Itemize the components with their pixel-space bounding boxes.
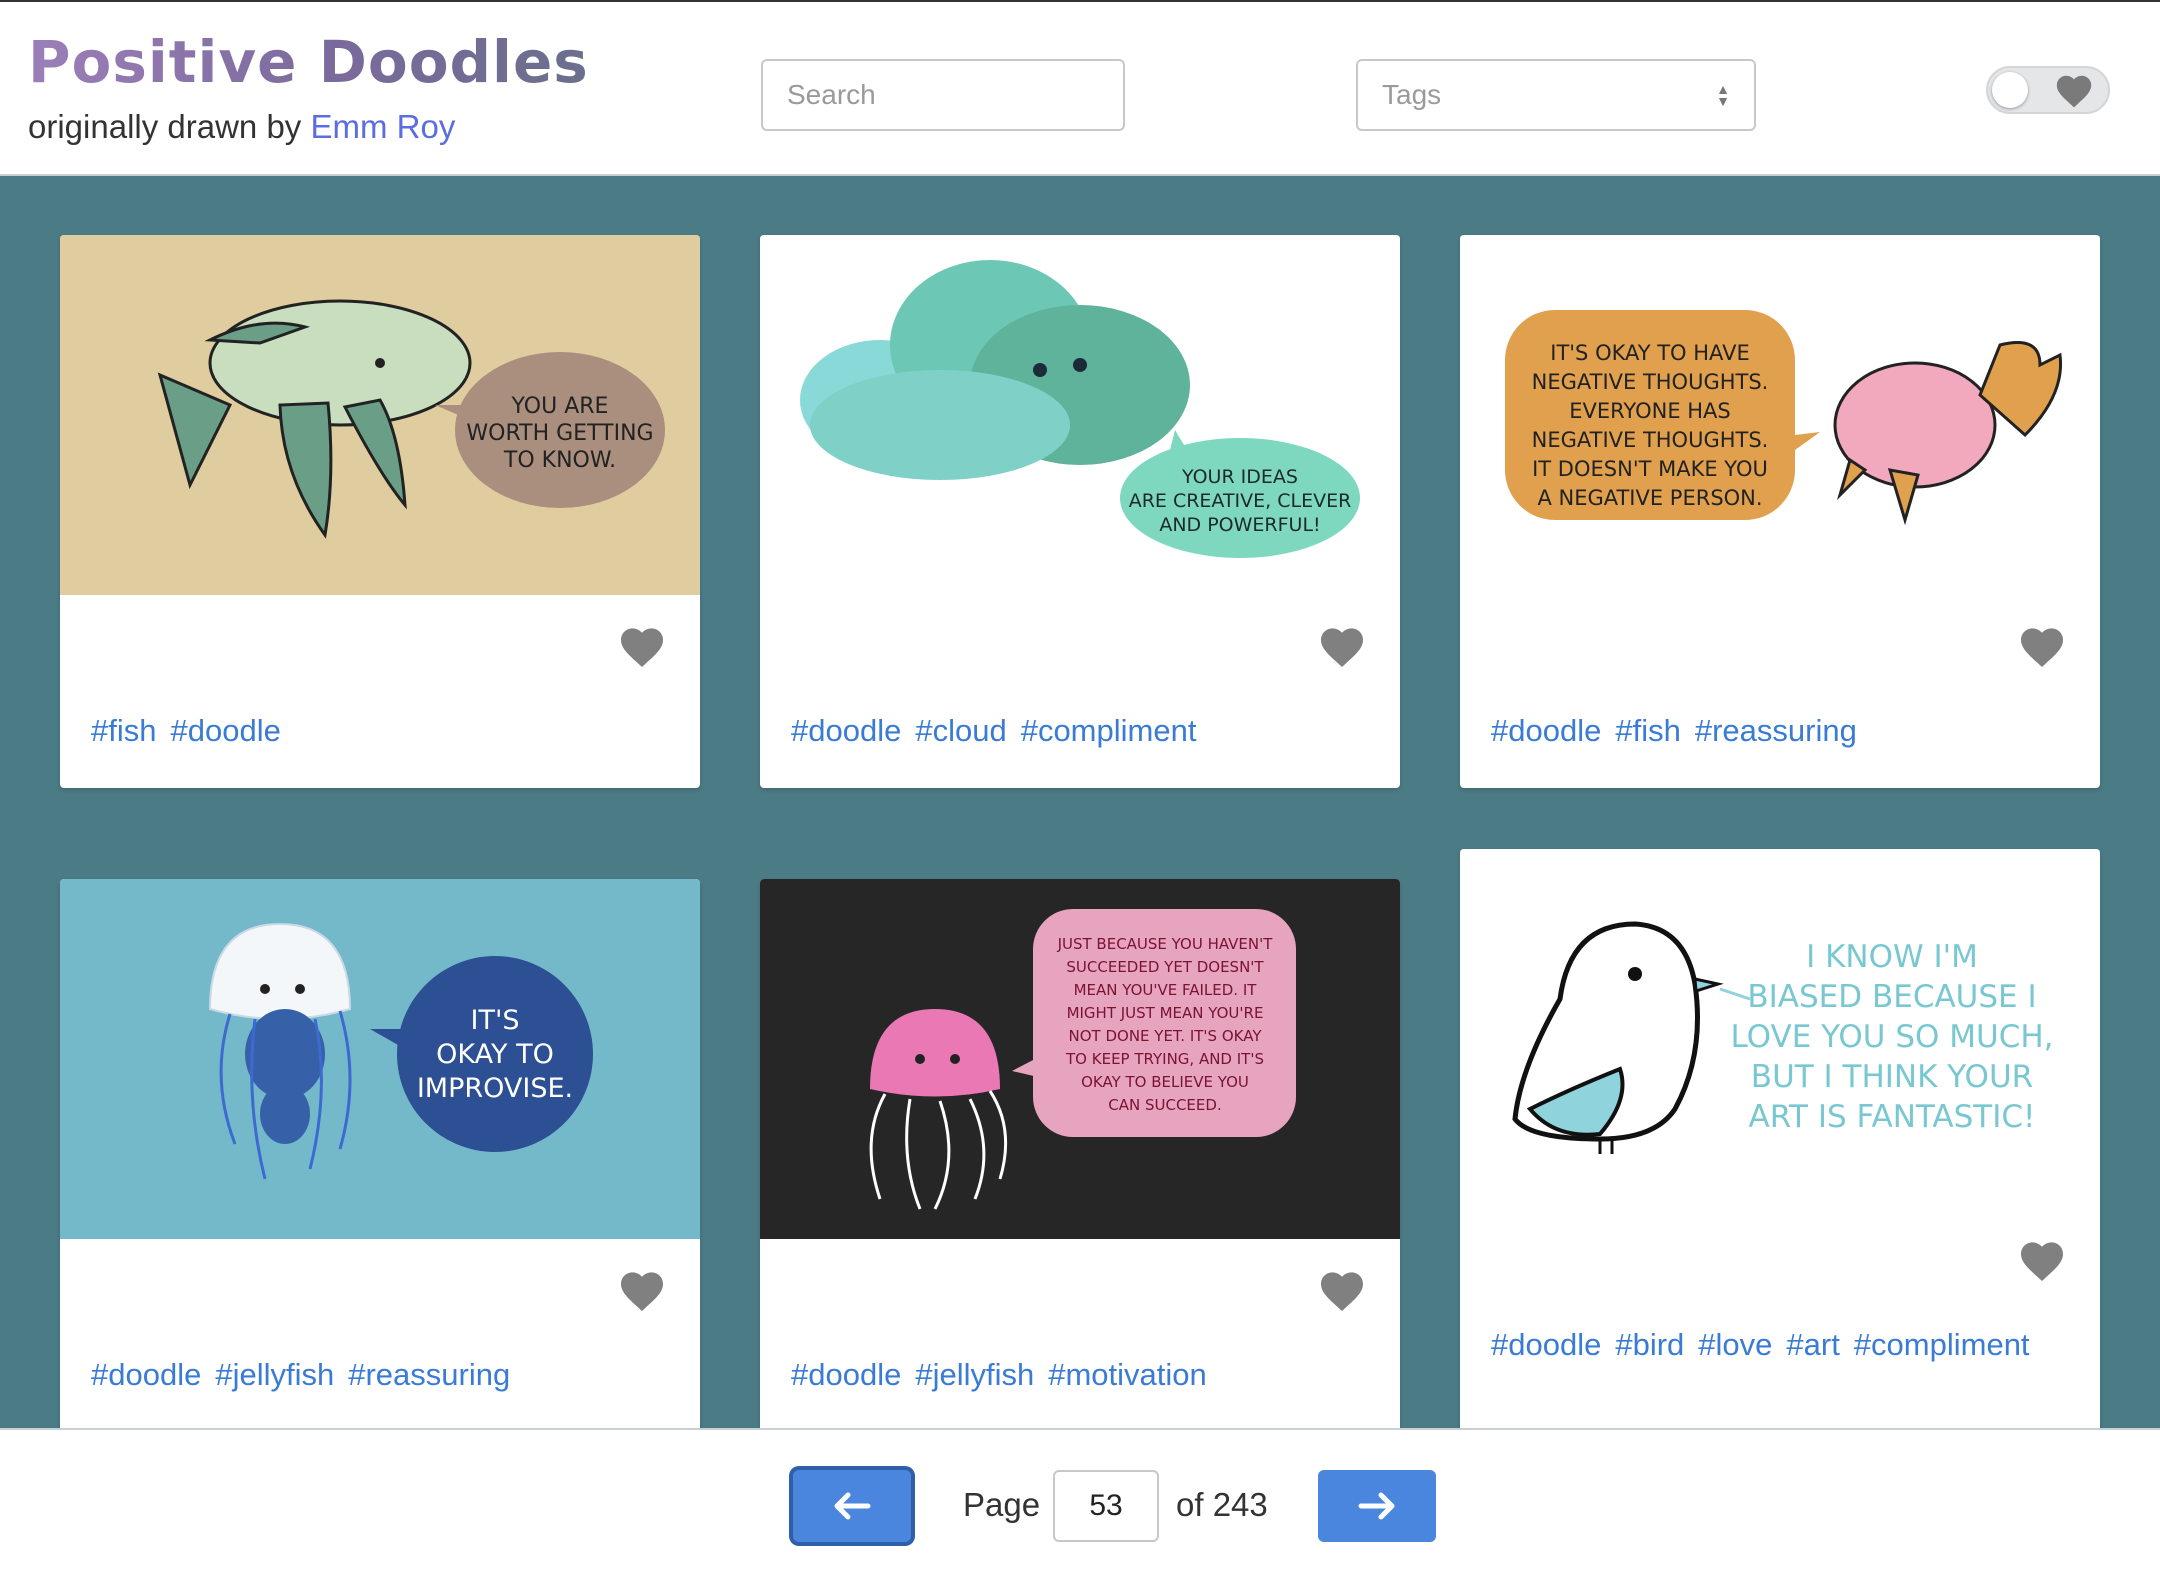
favorite-heart-icon[interactable]: [1318, 1269, 1366, 1313]
tag-link[interactable]: #doodle: [91, 1357, 201, 1392]
bubble-line: IMPROVISE.: [417, 1073, 573, 1104]
arrow-right-icon: [1358, 1492, 1395, 1520]
bubble-line: YOUR IDEAS: [1181, 466, 1298, 488]
bubble-line: NEGATIVE THOUGHTS.: [1532, 370, 1769, 394]
bubble-line: WORTH GETTING: [466, 421, 653, 446]
bubble-line: EVERYONE HAS: [1569, 399, 1731, 423]
search-input[interactable]: [761, 59, 1125, 131]
tag-link[interactable]: #reassuring: [348, 1357, 510, 1392]
bubble-line: SUCCEEDED YET DOESN'T: [1066, 958, 1264, 976]
tags-select[interactable]: Tags ▲ ▼: [1356, 59, 1756, 131]
tag-link[interactable]: #cloud: [915, 713, 1006, 748]
toggle-knob: [1992, 72, 2028, 108]
favorite-heart-icon[interactable]: [618, 625, 666, 669]
page-number-input[interactable]: [1053, 1470, 1159, 1542]
page-total-label: of 243: [1176, 1486, 1268, 1523]
favorite-heart-icon[interactable]: [2018, 625, 2066, 669]
jellyfish-illustration: IT'S OKAY TO IMPROVISE.: [60, 879, 700, 1239]
cloud-illustration: YOUR IDEAS ARE CREATIVE, CLEVER AND POWE…: [760, 235, 1400, 595]
bubble-line: TO KNOW.: [503, 448, 616, 473]
bubble-line: BIASED BECAUSE I: [1747, 979, 2036, 1015]
tag-list: #doodle #cloud #compliment: [791, 701, 1371, 761]
tag-link[interactable]: #doodle: [1491, 713, 1601, 748]
tag-link[interactable]: #love: [1698, 1327, 1772, 1362]
heart-icon: [2056, 75, 2092, 108]
doodle-card[interactable]: I KNOW I'M BIASED BECAUSE I LOVE YOU SO …: [1460, 849, 2100, 1439]
arrow-left-icon: [834, 1492, 871, 1520]
tag-link[interactable]: #doodle: [1491, 1327, 1601, 1362]
next-page-button[interactable]: [1318, 1470, 1436, 1542]
prev-page-button[interactable]: [793, 1470, 911, 1542]
bubble-line: MEAN YOU'VE FAILED. IT: [1074, 981, 1258, 999]
pagination-bar: Page of 243: [0, 1428, 2160, 1574]
bubble-line: OKAY TO BELIEVE YOU: [1081, 1073, 1249, 1091]
tag-link[interactable]: #doodle: [170, 713, 280, 748]
bubble-line: IT'S OKAY TO HAVE: [1550, 341, 1749, 365]
bubble-line: ARE CREATIVE, CLEVER: [1129, 490, 1352, 512]
tag-link[interactable]: #doodle: [791, 713, 901, 748]
bubble-line: YOU ARE: [511, 394, 609, 419]
doodle-card[interactable]: YOU ARE WORTH GETTING TO KNOW. #fish #doo…: [60, 235, 700, 788]
tag-link[interactable]: #art: [1786, 1327, 1839, 1362]
tag-link[interactable]: #fish: [1615, 713, 1680, 748]
favorites-toggle[interactable]: [1986, 66, 2110, 114]
bubble-line: JUST BECAUSE YOU HAVEN'T: [1057, 935, 1274, 953]
favorite-heart-icon[interactable]: [1318, 625, 1366, 669]
bubble-line: CAN SUCCEED.: [1108, 1096, 1221, 1114]
bubble-line: OKAY TO: [436, 1039, 554, 1070]
bubble-line: A NEGATIVE PERSON.: [1537, 486, 1762, 510]
tag-list: #fish #doodle: [91, 701, 671, 761]
page-label: Page: [963, 1486, 1041, 1523]
tag-link[interactable]: #motivation: [1048, 1357, 1207, 1392]
favorite-heart-icon[interactable]: [618, 1269, 666, 1313]
bubble-line: NOT DONE YET. IT'S OKAY: [1069, 1027, 1263, 1045]
tag-link[interactable]: #bird: [1615, 1327, 1684, 1362]
select-updown-icon: ▲ ▼: [1716, 81, 1730, 109]
bubble-line: LOVE YOU SO MUCH,: [1730, 1019, 2053, 1055]
favorite-heart-icon[interactable]: [2018, 1239, 2066, 1283]
bubble-line: ART IS FANTASTIC!: [1749, 1099, 2036, 1135]
bubble-line: AND POWERFUL!: [1159, 514, 1320, 536]
bubble-line: BUT I THINK YOUR: [1751, 1059, 2033, 1095]
tag-list: #doodle #bird #love #art #compliment: [1491, 1315, 2071, 1375]
doodle-card[interactable]: YOUR IDEAS ARE CREATIVE, CLEVER AND POWE…: [760, 235, 1400, 788]
app-title: Positive Doodles: [28, 28, 589, 96]
subtitle-prefix: originally drawn by: [28, 108, 302, 145]
tag-list: #doodle #jellyfish #motivation: [791, 1345, 1371, 1405]
tag-list: #doodle #jellyfish #reassuring: [91, 1345, 671, 1405]
doodle-card[interactable]: JUST BECAUSE YOU HAVEN'T SUCCEEDED YET D…: [760, 879, 1400, 1439]
bubble-line: I KNOW I'M: [1806, 939, 1978, 975]
author-link[interactable]: Emm Roy: [310, 108, 455, 145]
doodle-image[interactable]: I KNOW I'M BIASED BECAUSE I LOVE YOU SO …: [1460, 849, 2100, 1239]
tag-link[interactable]: #fish: [91, 713, 156, 748]
bubble-line: TO KEEP TRYING, AND IT'S: [1065, 1050, 1264, 1068]
tag-link[interactable]: #doodle: [791, 1357, 901, 1392]
bubble-line: IT DOESN'T MAKE YOU: [1532, 457, 1768, 481]
doodle-image[interactable]: YOU ARE WORTH GETTING TO KNOW.: [60, 235, 700, 595]
tag-link[interactable]: #jellyfish: [215, 1357, 334, 1392]
app-subtitle: originally drawn by Emm Roy: [28, 108, 455, 146]
doodle-image[interactable]: YOUR IDEAS ARE CREATIVE, CLEVER AND POWE…: [760, 235, 1400, 595]
app-header: Positive Doodles originally drawn by Emm…: [0, 0, 2160, 176]
bubble-line: MIGHT JUST MEAN YOU'RE: [1067, 1004, 1264, 1022]
bird-illustration: I KNOW I'M BIASED BECAUSE I LOVE YOU SO …: [1460, 849, 2100, 1239]
whale-illustration: IT'S OKAY TO HAVE NEGATIVE THOUGHTS. EVE…: [1460, 235, 2100, 595]
fish-illustration: YOU ARE WORTH GETTING TO KNOW.: [60, 235, 700, 595]
tag-link[interactable]: #compliment: [1021, 713, 1197, 748]
bubble-line: NEGATIVE THOUGHTS.: [1532, 428, 1769, 452]
tag-link[interactable]: #jellyfish: [915, 1357, 1034, 1392]
doodle-image[interactable]: JUST BECAUSE YOU HAVEN'T SUCCEEDED YET D…: [760, 879, 1400, 1239]
doodle-card[interactable]: IT'S OKAY TO HAVE NEGATIVE THOUGHTS. EVE…: [1460, 235, 2100, 788]
tag-link[interactable]: #compliment: [1854, 1327, 2030, 1362]
tag-list: #doodle #fish #reassuring: [1491, 701, 2071, 761]
tags-placeholder: Tags: [1382, 79, 1442, 110]
doodle-image[interactable]: IT'S OKAY TO IMPROVISE.: [60, 879, 700, 1239]
doodle-image[interactable]: IT'S OKAY TO HAVE NEGATIVE THOUGHTS. EVE…: [1460, 235, 2100, 595]
tag-link[interactable]: #reassuring: [1695, 713, 1857, 748]
bubble-line: IT'S: [470, 1005, 519, 1036]
jellyfish-illustration: JUST BECAUSE YOU HAVEN'T SUCCEEDED YET D…: [760, 879, 1400, 1239]
doodle-card[interactable]: IT'S OKAY TO IMPROVISE. #doodle #jellyfis…: [60, 879, 700, 1439]
